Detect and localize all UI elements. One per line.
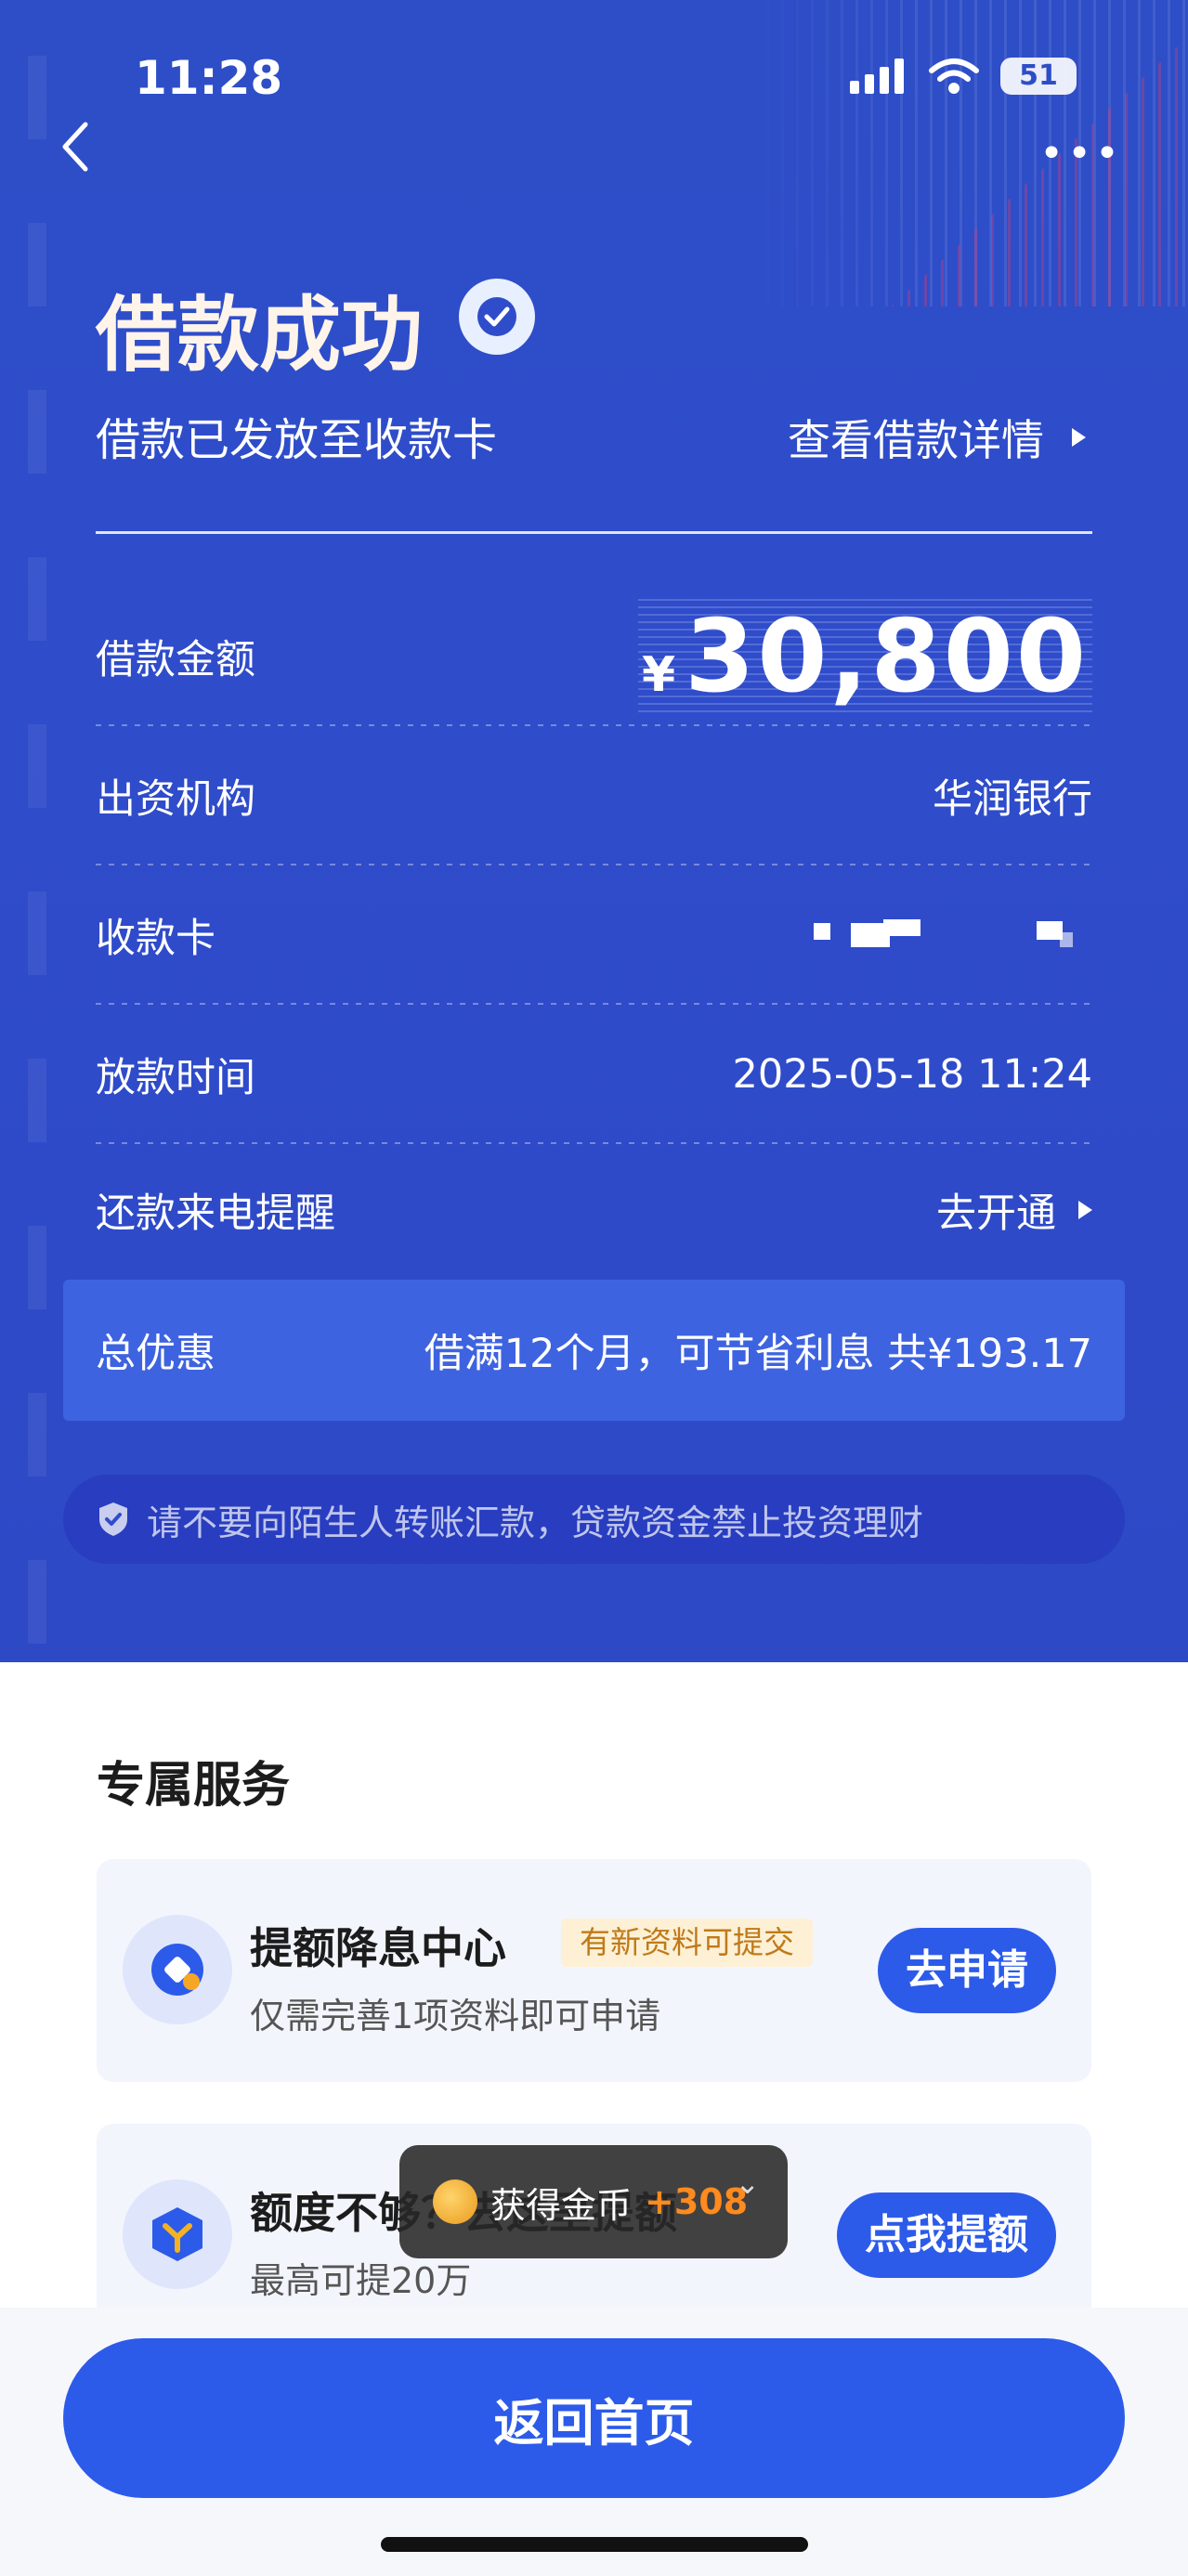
reminder-action[interactable]: 去开通	[936, 1181, 1092, 1239]
reminder-action-label: 去开通	[936, 1190, 1056, 1237]
service-name: 提额降息中心	[250, 1923, 506, 1973]
coin-reward-toast: 获得金币 +308 ⌄	[399, 2145, 788, 2258]
more-menu-icon[interactable]: •••	[1039, 130, 1123, 177]
reminder-row[interactable]: 还款来电提醒 去开通	[96, 1140, 1092, 1280]
currency-symbol: ¥	[642, 646, 676, 703]
apply-button[interactable]: 去申请	[878, 1928, 1056, 2013]
service-desc: 仅需完善1项资料即可申请	[250, 1996, 661, 2036]
success-check-icon	[459, 279, 535, 355]
toast-text: 获得金币	[490, 2184, 633, 2226]
page-title: 借款成功	[96, 286, 424, 383]
warning-text: 请不要向陌生人转账汇款，贷款资金禁止投资理财	[147, 1502, 924, 1543]
battery-indicator: 51	[1000, 58, 1077, 95]
disburse-time-row: 放款时间 2025-05-18 11:24	[96, 1005, 1092, 1144]
status-time: 11:28	[135, 51, 283, 105]
institution-row: 出资机构 华润银行	[96, 726, 1092, 865]
raise-limit-button[interactable]: 点我提额	[837, 2192, 1056, 2278]
shield-check-icon	[99, 1503, 127, 1536]
service-item-credit-center[interactable]: 提额降息中心 有新资料可提交 仅需完善1项资料即可申请 去申请	[97, 1859, 1091, 2082]
institution-label: 出资机构	[96, 776, 255, 823]
safety-warning: 请不要向陌生人转账汇款，贷款资金禁止投资理财	[63, 1475, 1125, 1564]
hero-section: 11:28 51 ••• 借款成功 借款已发放至收款卡 查看借款详情 借款金额	[0, 0, 1188, 1662]
divider	[96, 531, 1092, 534]
loan-detail-label: 查看借款详情	[788, 415, 1044, 465]
chevron-down-icon[interactable]: ⌄	[735, 2166, 760, 2201]
card-label: 收款卡	[96, 916, 215, 962]
institution-value: 华润银行	[933, 776, 1092, 823]
card-row: 收款卡	[96, 865, 1092, 1005]
disburse-time-label: 放款时间	[96, 1055, 255, 1101]
toast-coin-amount: +308	[645, 2181, 749, 2222]
new-info-badge: 有新资料可提交	[561, 1919, 813, 1967]
home-indicator	[381, 2537, 808, 2552]
loan-amount-label: 借款金额	[96, 637, 255, 683]
discount-label: 总优惠	[96, 1331, 215, 1377]
services-title: 专属服务	[97, 1758, 291, 1814]
page-subtitle: 借款已发放至收款卡	[96, 414, 498, 466]
credit-center-icon	[123, 1915, 232, 2024]
loan-detail-link[interactable]: 查看借款详情	[788, 407, 1086, 468]
service-desc: 最高可提20万	[250, 2260, 472, 2301]
masked-card-number	[814, 912, 1092, 958]
triangle-right-icon	[1072, 428, 1086, 447]
wifi-icon	[929, 59, 979, 94]
loan-amount-value: 30,800	[685, 598, 1089, 715]
total-discount-banner: 总优惠 借满12个月，可节省利息 共¥193.17	[63, 1280, 1125, 1421]
triangle-right-icon	[1078, 1201, 1092, 1219]
side-watermark	[28, 56, 46, 1653]
raise-limit-icon	[123, 2179, 232, 2289]
disburse-time-value: 2025-05-18 11:24	[732, 1051, 1092, 1098]
reminder-label: 还款来电提醒	[96, 1190, 335, 1237]
loan-amount: ¥ 30,800	[638, 598, 1092, 715]
signal-icon	[850, 59, 904, 94]
back-arrow-icon[interactable]	[58, 119, 95, 175]
coin-icon	[433, 2179, 477, 2224]
status-icons: 51	[850, 58, 1077, 95]
return-home-button[interactable]: 返回首页	[63, 2338, 1125, 2498]
loan-amount-row: 借款金额 ¥ 30,800	[96, 587, 1092, 726]
discount-text: 借满12个月，可节省利息 共¥193.17	[424, 1331, 1092, 1377]
